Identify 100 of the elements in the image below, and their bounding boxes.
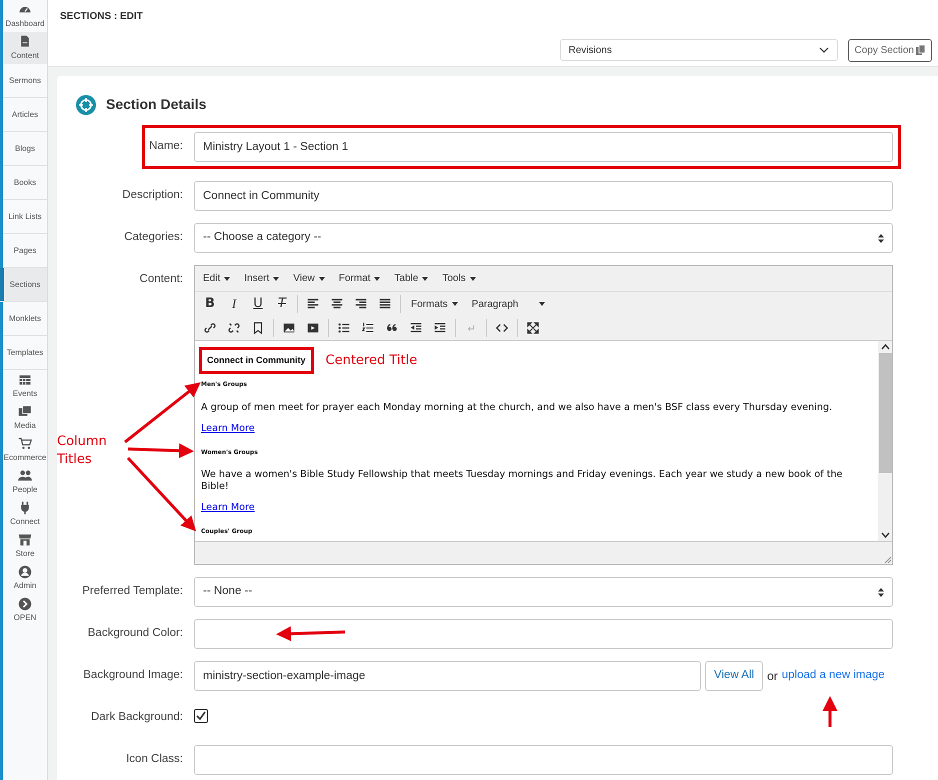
section-title: Section Details bbox=[106, 95, 206, 114]
centered-title: Connect in Community bbox=[199, 347, 314, 374]
format-dropdown[interactable]: Formats bbox=[405, 294, 464, 314]
field-label: Background Color: bbox=[86, 626, 183, 640]
crosshair-icon bbox=[76, 94, 96, 114]
select-field[interactable]: -- None -- bbox=[194, 577, 893, 607]
caret-icon bbox=[470, 276, 476, 280]
sidebar-item[interactable]: Sermons bbox=[3, 64, 47, 98]
unlink-icon[interactable] bbox=[227, 321, 241, 335]
input-field[interactable]: Connect in Community bbox=[194, 181, 893, 211]
code-icon[interactable] bbox=[495, 321, 509, 335]
people-icon bbox=[18, 468, 32, 482]
field-label: Content: bbox=[138, 272, 183, 286]
arrow bbox=[276, 626, 346, 642]
sidebar-item[interactable]: Templates bbox=[3, 336, 47, 370]
italic-button[interactable]: I bbox=[223, 294, 245, 314]
calendar-icon bbox=[18, 372, 32, 386]
user-icon bbox=[18, 564, 32, 578]
caret-icon bbox=[538, 302, 545, 306]
copy-section-button[interactable]: Copy Section bbox=[848, 38, 932, 62]
field-label: Preferred Template: bbox=[81, 584, 183, 598]
cart-icon bbox=[18, 436, 32, 450]
sidebar-item[interactable]: People bbox=[3, 466, 47, 498]
scrollbar[interactable] bbox=[878, 341, 892, 541]
link-icon[interactable] bbox=[203, 321, 217, 335]
sidebar-item[interactable]: Link Lists bbox=[3, 200, 47, 234]
bullet-list-icon[interactable] bbox=[337, 321, 351, 335]
upload-link[interactable]: upload a new image bbox=[782, 667, 885, 685]
sidebar-item[interactable]: Connect bbox=[3, 498, 47, 530]
plug-icon bbox=[18, 500, 32, 514]
store-icon bbox=[18, 532, 32, 546]
input-field[interactable]: ministry-section-example-image bbox=[194, 661, 701, 691]
document-icon bbox=[18, 34, 32, 48]
menu-item[interactable]: Edit bbox=[203, 271, 230, 286]
caret-icon bbox=[374, 276, 380, 280]
caret-icon bbox=[224, 276, 230, 280]
learn-more-link[interactable]: Learn More bbox=[201, 502, 255, 514]
indent-icon[interactable] bbox=[433, 321, 447, 335]
sidebar-item[interactable]: Sections bbox=[0, 268, 47, 302]
images-icon bbox=[18, 404, 32, 418]
select-field[interactable]: -- Choose a category -- bbox=[194, 223, 893, 253]
menu-item[interactable]: Tools bbox=[442, 271, 476, 286]
page-title: SECTIONS : EDIT bbox=[48, 0, 938, 34]
checkbox[interactable] bbox=[194, 709, 208, 723]
sidebar-item[interactable]: Articles bbox=[3, 98, 47, 132]
clear-format-button[interactable]: T bbox=[271, 294, 293, 314]
image-icon[interactable] bbox=[282, 321, 296, 335]
sidebar-item[interactable]: Store bbox=[3, 530, 47, 562]
revisions-select[interactable]: Revisions bbox=[560, 39, 838, 61]
input-field[interactable] bbox=[194, 745, 893, 775]
field-label: Categories: bbox=[123, 230, 183, 244]
input-field[interactable] bbox=[194, 619, 893, 649]
menu-item[interactable]: Insert bbox=[244, 271, 280, 286]
sidebar-item[interactable]: Media bbox=[3, 402, 47, 434]
caret-icon bbox=[318, 276, 325, 280]
sidebar-item[interactable]: Events bbox=[3, 370, 47, 402]
paragraph: A group of men meet for prayer each Monday morning at the church, and we also have a men's BSF class every Thursday evening. bbox=[201, 402, 834, 414]
paragraph: We have a women's Bible Study Fellowship that meets Tuesday mornings and Friday evenings. Each year we study a new book of the Bible! bbox=[201, 469, 844, 494]
sort-icon bbox=[878, 588, 884, 596]
field-label: Background Image: bbox=[82, 668, 183, 682]
menu-item[interactable]: Format bbox=[338, 271, 380, 286]
media-icon[interactable] bbox=[306, 321, 320, 335]
copy-icon bbox=[916, 45, 925, 55]
menu-item[interactable]: View bbox=[293, 271, 325, 286]
sidebar-item[interactable]: Books bbox=[3, 166, 47, 200]
sidebar-item[interactable]: Dashboard bbox=[3, 0, 47, 32]
input-field[interactable]: Ministry Layout 1 - Section 1 bbox=[194, 132, 893, 162]
bookmark-icon[interactable] bbox=[251, 321, 265, 335]
sidebar-item[interactable]: Content bbox=[3, 32, 47, 64]
arrow bbox=[822, 696, 838, 727]
field-label: Name: bbox=[148, 139, 183, 153]
align-left-icon[interactable] bbox=[306, 297, 320, 311]
or-text: or bbox=[767, 668, 778, 685]
format-dropdown[interactable]: Paragraph bbox=[466, 294, 551, 314]
field-label: Description: bbox=[121, 188, 183, 202]
menu-item[interactable]: Table bbox=[394, 271, 428, 286]
sidebar-item[interactable]: Monklets bbox=[3, 302, 47, 336]
numbered-list-icon[interactable] bbox=[361, 321, 375, 335]
annotation-text: Centered Title bbox=[326, 352, 418, 370]
sidebar-item[interactable]: OPEN bbox=[3, 594, 47, 626]
sort-icon bbox=[878, 234, 884, 242]
bold-button[interactable]: B bbox=[199, 294, 221, 314]
view-all-button[interactable]: View All bbox=[705, 661, 764, 691]
justify-icon[interactable] bbox=[378, 297, 392, 311]
fullscreen-icon[interactable] bbox=[526, 321, 540, 335]
sidebar-item[interactable]: Ecommerce bbox=[3, 434, 47, 466]
caret-icon bbox=[273, 276, 280, 280]
sidebar-item[interactable]: Admin bbox=[3, 562, 47, 594]
caret-icon bbox=[422, 276, 428, 280]
learn-more-link[interactable]: Learn More bbox=[201, 422, 255, 435]
field-label: Icon Class: bbox=[125, 752, 183, 766]
align-right-icon[interactable] bbox=[354, 297, 368, 311]
chevron-right-icon bbox=[18, 596, 32, 610]
resize-handle-icon[interactable] bbox=[884, 556, 892, 564]
chevron-down-icon bbox=[818, 47, 829, 53]
field-label: Dark Background: bbox=[90, 710, 183, 724]
outdent-icon[interactable] bbox=[409, 321, 423, 335]
sidebar-item[interactable]: Blogs bbox=[3, 132, 47, 166]
align-center-icon[interactable] bbox=[330, 297, 344, 311]
underline-button[interactable]: U bbox=[247, 294, 269, 314]
